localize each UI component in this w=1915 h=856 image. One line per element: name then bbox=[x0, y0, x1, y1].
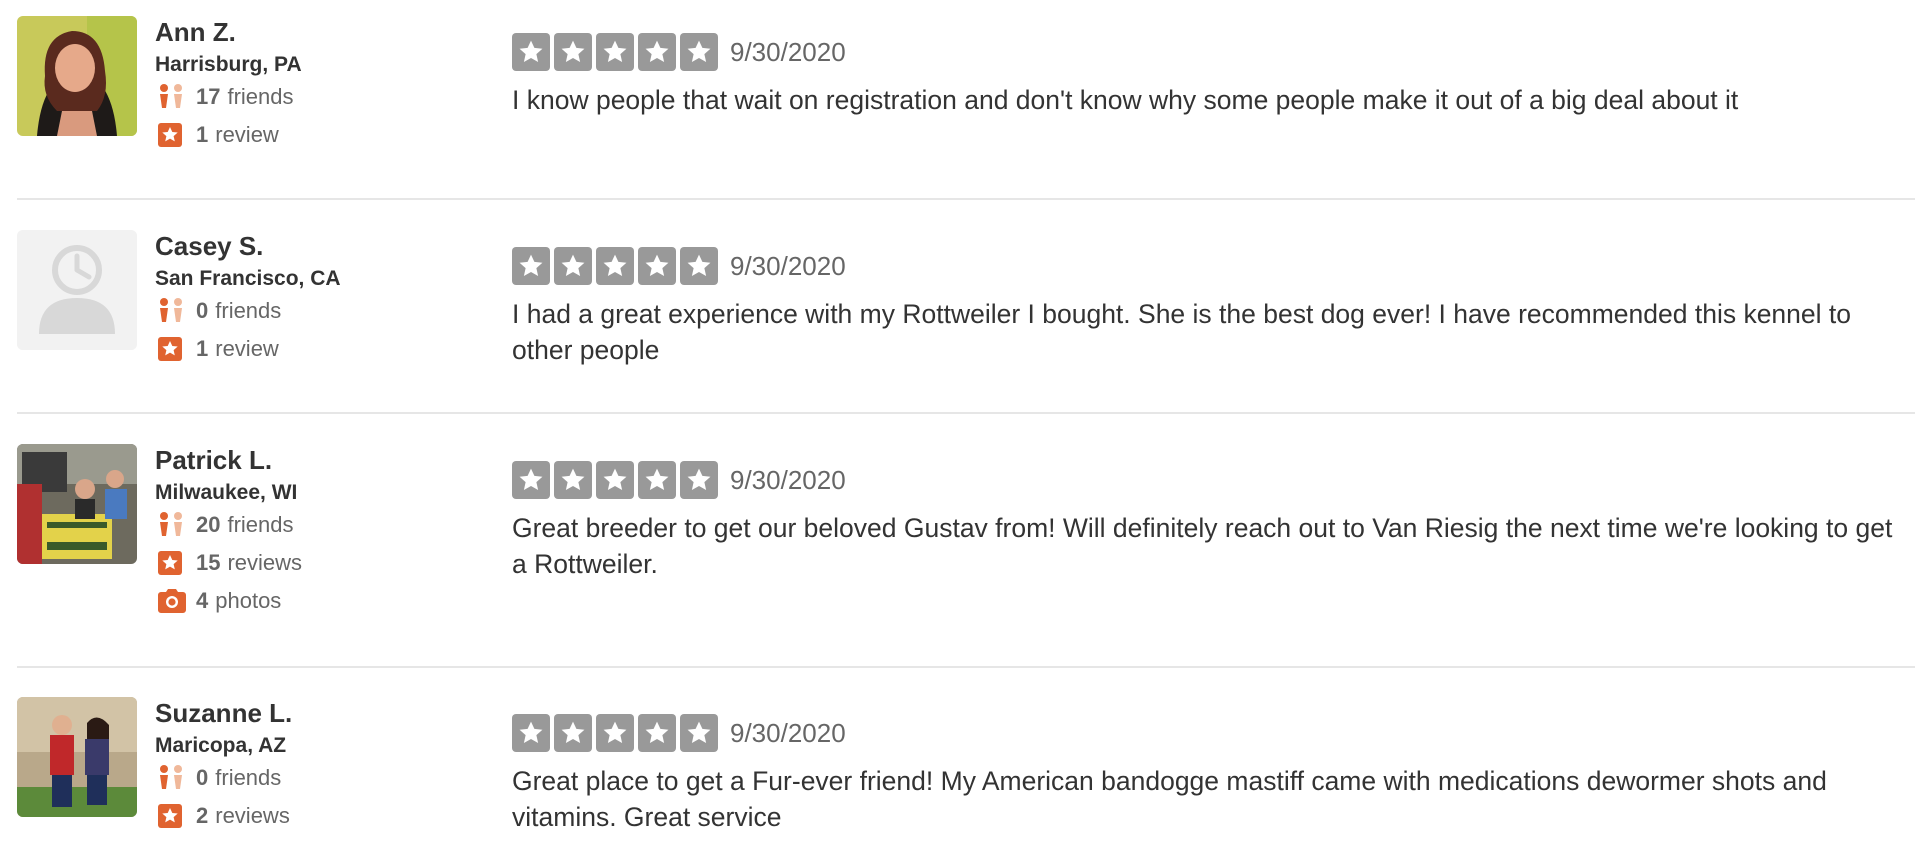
friends-icon bbox=[155, 82, 191, 112]
friends-stat: 20 friends bbox=[155, 506, 485, 544]
review-item: Suzanne L. Maricopa, AZ 0 friends 2 revi… bbox=[17, 697, 1915, 856]
user-location: Maricopa, AZ bbox=[155, 734, 287, 757]
user-avatar[interactable] bbox=[17, 444, 137, 564]
rating-star-icon bbox=[596, 714, 634, 752]
review-star-icon bbox=[155, 548, 191, 578]
rating-star-icon bbox=[680, 461, 718, 499]
friends-label: friends bbox=[227, 84, 294, 109]
review-item: Patrick L. Milwaukee, WI 20 friends 15 r… bbox=[17, 444, 1915, 668]
reviews-count: 1 bbox=[196, 336, 209, 361]
reviews-count: 1 bbox=[196, 122, 209, 147]
friends-label: friends bbox=[215, 298, 282, 323]
review-content: 9/30/2020 Great breeder to get our belov… bbox=[512, 460, 1912, 582]
reviews-count: 15 bbox=[196, 550, 221, 575]
friends-count: 0 bbox=[196, 765, 209, 790]
friends-icon bbox=[155, 296, 191, 326]
star-rating bbox=[512, 33, 718, 71]
star-rating bbox=[512, 714, 718, 752]
review-date: 9/30/2020 bbox=[730, 717, 846, 748]
rating-star-icon bbox=[596, 461, 634, 499]
rating-star-icon bbox=[680, 33, 718, 71]
rating-star-icon bbox=[638, 247, 676, 285]
rating-star-icon bbox=[554, 714, 592, 752]
reviews-label: review bbox=[215, 122, 279, 147]
rating-star-icon bbox=[638, 461, 676, 499]
photos-stat: 4 photos bbox=[155, 582, 485, 620]
review-content: 9/30/2020 I had a great experience with … bbox=[512, 246, 1912, 368]
rating-star-icon bbox=[512, 247, 550, 285]
reviews-stat: 1 review bbox=[155, 330, 485, 368]
avatar-photo bbox=[17, 697, 137, 817]
review-date: 9/30/2020 bbox=[730, 250, 846, 281]
review-content: 9/30/2020 I know people that wait on reg… bbox=[512, 32, 1912, 118]
user-name[interactable]: Casey S. bbox=[155, 230, 485, 262]
user-passport: Casey S. San Francisco, CA 0 friends 1 r… bbox=[155, 230, 485, 368]
rating-star-icon bbox=[512, 33, 550, 71]
user-location: Milwaukee, WI bbox=[155, 481, 298, 504]
friends-icon bbox=[155, 510, 191, 540]
review-item: Ann Z. Harrisburg, PA 17 friends 1 revie… bbox=[17, 16, 1915, 200]
friends-count: 20 bbox=[196, 512, 221, 537]
user-location: Harrisburg, PA bbox=[155, 53, 302, 76]
user-avatar[interactable] bbox=[17, 697, 137, 817]
review-star-icon bbox=[155, 801, 191, 831]
rating-star-icon bbox=[554, 33, 592, 71]
reviews-label: reviews bbox=[227, 550, 303, 575]
review-star-icon bbox=[155, 334, 191, 364]
user-passport: Patrick L. Milwaukee, WI 20 friends 15 r… bbox=[155, 444, 485, 620]
avatar-photo bbox=[17, 16, 137, 136]
photos-count: 4 bbox=[196, 588, 209, 613]
rating-star-icon bbox=[596, 247, 634, 285]
review-text: Great place to get a Fur-ever friend! My… bbox=[512, 766, 1827, 832]
review-star-icon bbox=[155, 120, 191, 150]
friends-icon bbox=[155, 763, 191, 793]
review-content: 9/30/2020 Great place to get a Fur-ever … bbox=[512, 713, 1912, 835]
reviews-count: 2 bbox=[196, 803, 209, 828]
user-passport: Suzanne L. Maricopa, AZ 0 friends 2 revi… bbox=[155, 697, 485, 835]
reviews-label: reviews bbox=[215, 803, 290, 828]
user-avatar[interactable] bbox=[17, 16, 137, 136]
friends-count: 17 bbox=[196, 84, 221, 109]
rating-star-icon bbox=[554, 461, 592, 499]
reviews-stat: 15 reviews bbox=[155, 544, 485, 582]
review-item: Casey S. San Francisco, CA 0 friends 1 r… bbox=[17, 230, 1915, 414]
review-date: 9/30/2020 bbox=[730, 464, 846, 495]
user-name[interactable]: Ann Z. bbox=[155, 16, 485, 48]
rating-star-icon bbox=[512, 714, 550, 752]
review-date: 9/30/2020 bbox=[730, 36, 846, 67]
reviews-stat: 2 reviews bbox=[155, 797, 485, 835]
rating-star-icon bbox=[596, 33, 634, 71]
reviews-label: review bbox=[215, 336, 279, 361]
friends-count: 0 bbox=[196, 298, 209, 323]
friends-stat: 0 friends bbox=[155, 759, 485, 797]
user-name[interactable]: Patrick L. bbox=[155, 444, 485, 476]
review-text: Great breeder to get our beloved Gustav … bbox=[512, 513, 1893, 579]
rating-star-icon bbox=[638, 714, 676, 752]
friends-stat: 17 friends bbox=[155, 78, 485, 116]
reviews-stat: 1 review bbox=[155, 116, 485, 154]
rating-star-icon bbox=[554, 247, 592, 285]
friends-stat: 0 friends bbox=[155, 292, 485, 330]
friends-label: friends bbox=[215, 765, 282, 790]
rating-star-icon bbox=[638, 33, 676, 71]
review-text: I know people that wait on registration … bbox=[512, 85, 1739, 115]
user-location: San Francisco, CA bbox=[155, 267, 341, 290]
default-avatar-icon bbox=[17, 230, 137, 350]
rating-star-icon bbox=[512, 461, 550, 499]
rating-star-icon bbox=[680, 714, 718, 752]
rating-star-icon bbox=[680, 247, 718, 285]
photos-label: photos bbox=[215, 588, 282, 613]
star-rating bbox=[512, 461, 718, 499]
avatar-photo bbox=[17, 444, 137, 564]
review-text: I had a great experience with my Rottwei… bbox=[512, 299, 1852, 365]
user-name[interactable]: Suzanne L. bbox=[155, 697, 485, 729]
star-rating bbox=[512, 247, 718, 285]
user-passport: Ann Z. Harrisburg, PA 17 friends 1 revie… bbox=[155, 16, 485, 154]
user-avatar[interactable] bbox=[17, 230, 137, 350]
friends-label: friends bbox=[227, 512, 294, 537]
camera-icon bbox=[155, 586, 191, 616]
